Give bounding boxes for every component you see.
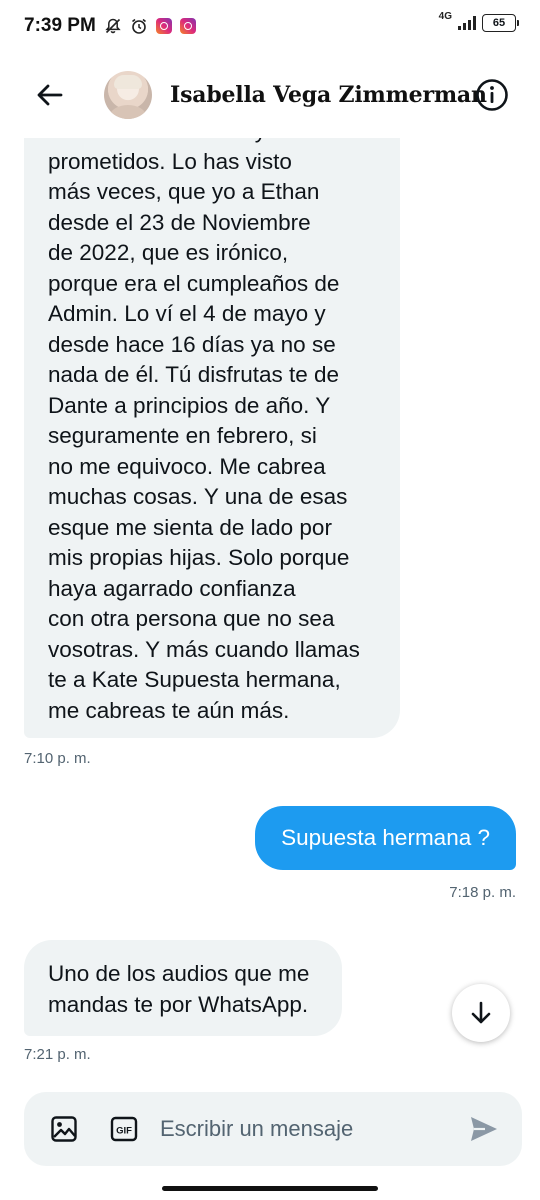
message-line: más veces, que yo a Ethan — [48, 179, 320, 204]
message-text: Supuesta hermana ? — [281, 825, 490, 850]
message-line: vosotras. Y más cuando llamas — [48, 636, 360, 662]
status-time: 7:39 PM — [24, 15, 96, 36]
signal-icon — [458, 16, 476, 30]
message-line: motivos. Y volvieron y anda — [48, 138, 376, 147]
status-bar: 7:39 PM 4G 65 — [0, 0, 540, 52]
message-line: desde el 23 de Noviembre — [48, 209, 311, 235]
message-timestamp: 7:18 p. m. — [449, 884, 516, 901]
image-icon — [51, 1116, 77, 1142]
gif-icon: GIF — [110, 1116, 138, 1142]
status-system-icons: 4G 65 — [438, 11, 519, 32]
instagram-icon — [155, 18, 172, 34]
send-icon — [471, 1117, 497, 1141]
battery-icon: 65 — [482, 14, 519, 32]
message-timestamp: 7:21 p. m. — [24, 1046, 91, 1063]
message-line: con otra persona que no sea — [48, 606, 335, 631]
instagram-icon — [179, 18, 196, 34]
message-line: desde hace 16 días ya no se — [48, 331, 336, 357]
alarm-icon — [130, 17, 148, 35]
network-type: 4G — [438, 11, 452, 22]
message-timestamp: 7:10 p. m. — [24, 750, 91, 767]
scroll-to-bottom-button[interactable] — [452, 984, 510, 1042]
message-line: mis propias hijas. Solo porque — [48, 545, 350, 570]
message-line: porque era el cumpleaños de — [48, 270, 340, 296]
incoming-message[interactable]: motivos. Y volvieron y anda prometidos. … — [24, 138, 400, 738]
media-button[interactable] — [46, 1111, 82, 1147]
message-line: Admin. Lo ví el 4 de mayo y — [48, 301, 326, 326]
info-button[interactable] — [474, 77, 510, 113]
message-line: te a Kate Supuesta hermana, — [48, 667, 341, 692]
back-button[interactable] — [26, 71, 74, 119]
send-button[interactable] — [466, 1111, 502, 1147]
arrow-down-icon — [471, 1001, 491, 1024]
message-line: Uno de los audios que me — [48, 961, 310, 986]
message-composer: GIF — [24, 1092, 522, 1166]
message-line: de 2022, que es irónico, — [48, 240, 289, 265]
message-line: me cabreas te aún más. — [48, 697, 290, 723]
contact-name[interactable]: Isabella Vega Zimmerman — [170, 82, 487, 108]
info-circle-icon — [476, 79, 508, 111]
incoming-message[interactable]: Uno de los audios que me mandas te por W… — [24, 940, 342, 1036]
conversation-header: Isabella Vega Zimmerman — [0, 52, 540, 138]
message-line: seguramente en febrero, si — [48, 423, 317, 448]
arrow-left-icon — [37, 84, 63, 106]
outgoing-message[interactable]: Supuesta hermana ? — [255, 806, 516, 870]
status-notification-icons — [104, 17, 196, 35]
avatar[interactable] — [104, 71, 152, 119]
gif-button[interactable]: GIF — [106, 1111, 142, 1147]
message-line: esque me sienta de lado por — [48, 514, 332, 540]
message-line: nada de él. Tú disfrutas te de — [48, 362, 340, 387]
home-indicator[interactable] — [162, 1186, 378, 1191]
message-line: no me equivoco. Me cabrea — [48, 453, 326, 479]
message-input[interactable] — [160, 1116, 420, 1142]
message-line: muchas cosas. Y una de esas — [48, 484, 348, 509]
message-line: prometidos. Lo has visto — [48, 148, 292, 174]
gif-label: GIF — [116, 1126, 132, 1137]
message-line: Dante a principios de año. Y — [48, 392, 331, 418]
message-line: mandas te por WhatsApp. — [48, 991, 309, 1017]
battery-level: 65 — [492, 17, 506, 29]
message-list[interactable]: motivos. Y volvieron y anda prometidos. … — [0, 138, 540, 1088]
message-line: haya agarrado confianza — [48, 575, 296, 601]
mute-icon — [104, 17, 122, 35]
